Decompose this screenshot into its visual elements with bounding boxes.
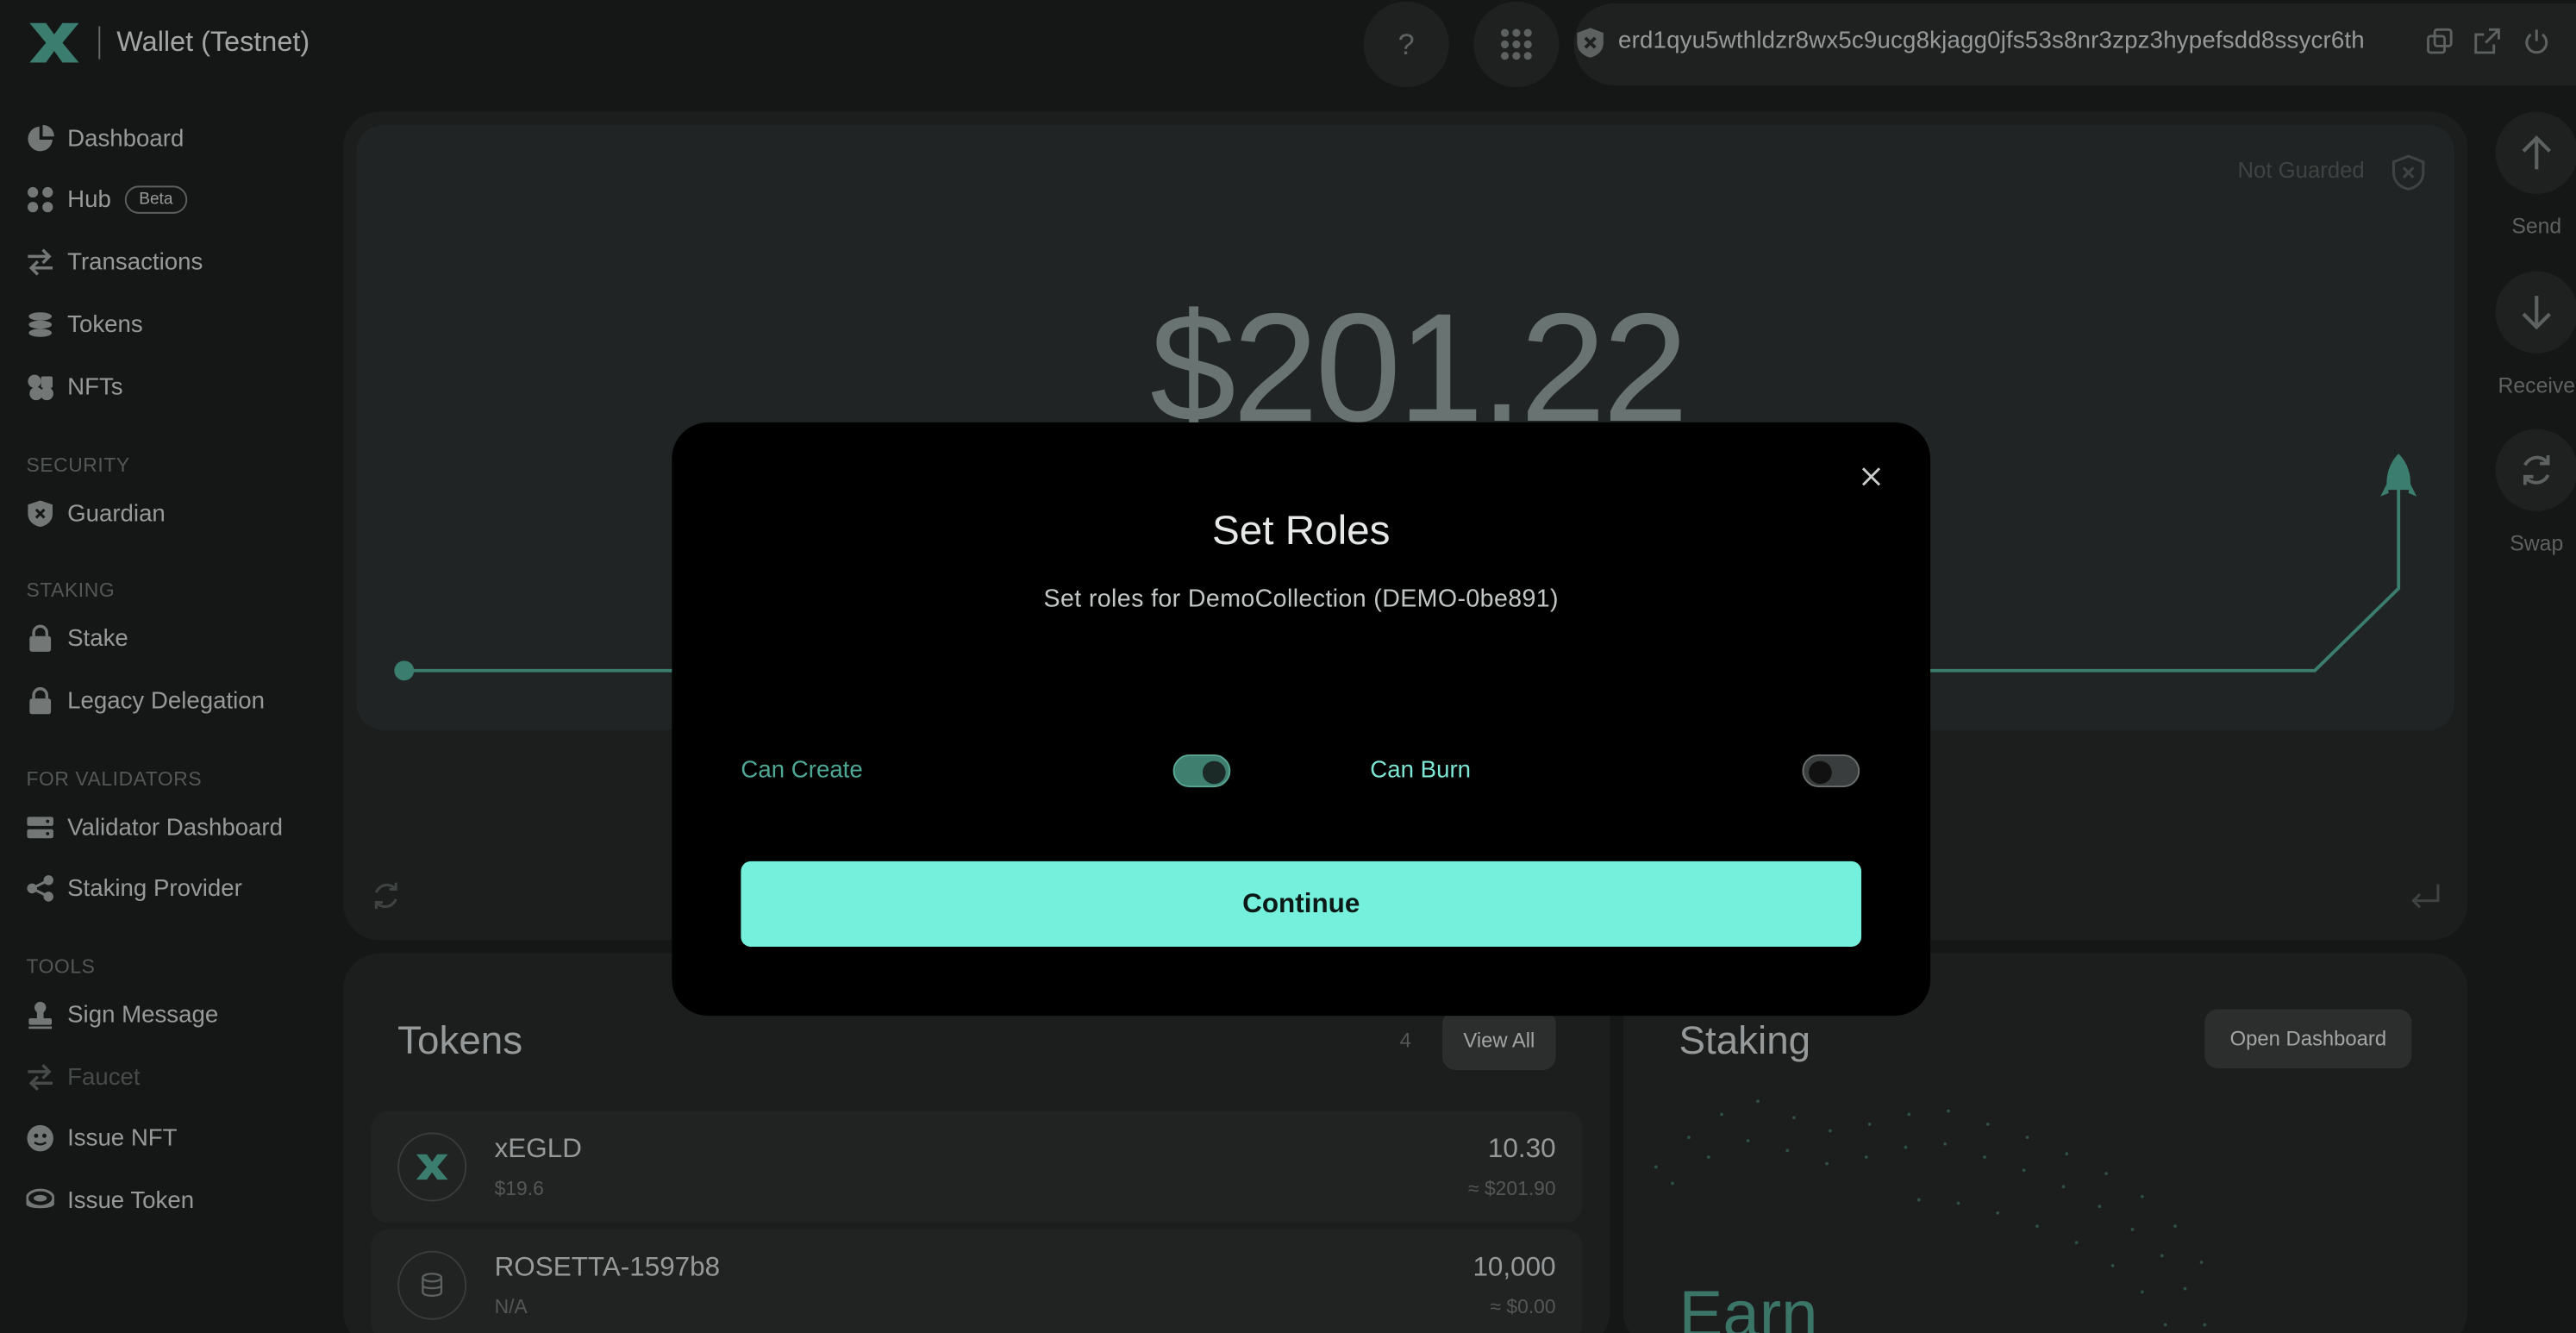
continue-button[interactable]: Continue [741, 861, 1862, 948]
can-burn-label: Can Burn [1370, 757, 1472, 785]
toggle-knob [1202, 760, 1226, 785]
can-create-label: Can Create [741, 757, 863, 785]
toggle-knob [1809, 760, 1832, 785]
close-icon[interactable] [1860, 465, 1883, 488]
modal-subtitle: Set roles for DemoCollection (DEMO-0be89… [1043, 585, 1559, 614]
app-window: Wallet (Testnet) ? erd1qyu5wthldzr8wx5c9… [0, 0, 2576, 1333]
modal-title: Set Roles [1211, 508, 1391, 554]
set-roles-modal: Set Roles Set roles for DemoCollection (… [672, 422, 1931, 1017]
can-burn-toggle[interactable] [1802, 754, 1860, 788]
can-create-toggle[interactable] [1172, 754, 1231, 788]
